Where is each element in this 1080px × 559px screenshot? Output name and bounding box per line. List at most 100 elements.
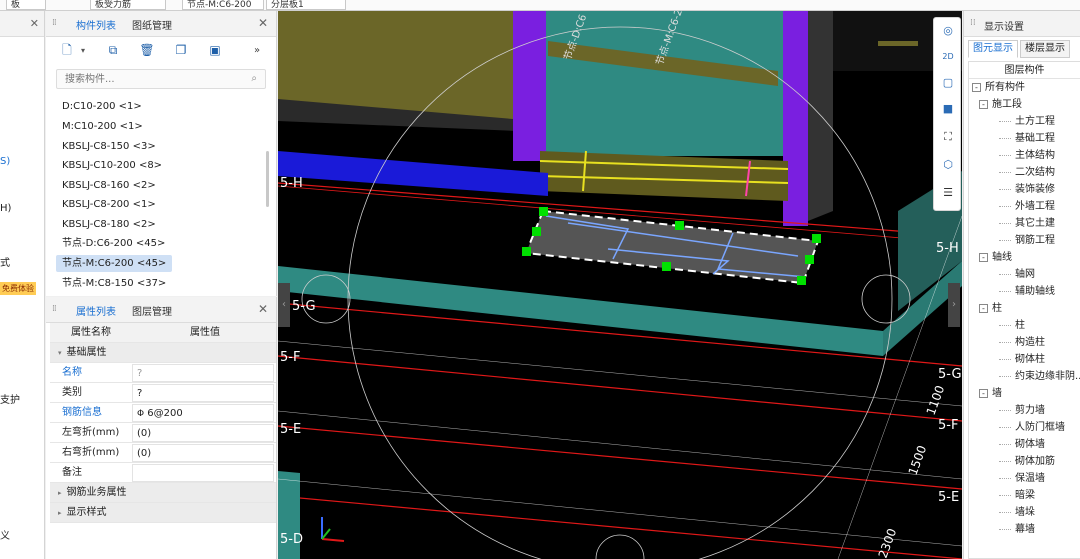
tree-node[interactable]: -柱 xyxy=(979,300,1002,317)
nav-item[interactable]: 支护 xyxy=(0,391,20,406)
orbit-icon[interactable]: ◎ xyxy=(938,22,958,40)
expand-icon[interactable]: ▸ xyxy=(58,509,62,517)
nav-item[interactable]: 式 xyxy=(0,254,10,269)
grip-handle[interactable] xyxy=(805,255,814,264)
grip-handle[interactable] xyxy=(797,276,806,285)
tree-node[interactable]: 剪力墙 xyxy=(999,402,1045,419)
tree-node[interactable]: 外墙工程 xyxy=(999,198,1055,215)
tree-node[interactable]: 其它土建 xyxy=(999,215,1055,232)
close-icon[interactable]: ✕ xyxy=(258,302,268,316)
close-icon[interactable]: ✕ xyxy=(30,17,39,30)
grip-handle[interactable] xyxy=(522,247,531,256)
list-item[interactable]: KBSLJ-C8-160 <2> xyxy=(56,177,162,194)
grip-handle[interactable] xyxy=(812,234,821,243)
tab-layer-management[interactable]: 图层管理 xyxy=(132,303,172,318)
list-item[interactable]: KBSLJ-C8-150 <3> xyxy=(56,138,162,155)
tree-node[interactable]: 砌体柱 xyxy=(999,351,1045,368)
tree-node[interactable]: 砌体墙 xyxy=(999,436,1045,453)
tab-property-list[interactable]: 属性列表 xyxy=(76,303,116,318)
tree-node[interactable]: 柱 xyxy=(999,317,1025,334)
3d-solid-icon[interactable]: ■ xyxy=(938,100,958,118)
tree-node[interactable]: 主体结构 xyxy=(999,147,1055,164)
fit-icon[interactable]: ⛶ xyxy=(938,128,958,146)
tab-component-list[interactable]: 构件列表 xyxy=(76,17,116,32)
close-icon[interactable]: ✕ xyxy=(258,16,268,30)
more-icon[interactable]: » xyxy=(248,42,266,59)
drag-grip-icon[interactable]: ⁞⁞ xyxy=(52,18,57,28)
collapse-left-arrow-icon[interactable]: ‹ xyxy=(278,283,290,327)
property-value[interactable] xyxy=(132,464,274,482)
nav-item[interactable]: S) xyxy=(0,156,10,167)
property-value[interactable]: Φ 6@200 xyxy=(132,404,274,422)
tree-node[interactable]: - 所有构件 xyxy=(972,79,1025,96)
drag-grip-icon[interactable]: ⁞⁞ xyxy=(52,304,57,314)
tab-floor-display[interactable]: 楼层显示 xyxy=(1020,40,1070,58)
component-name-dropdown[interactable]: 节点-M:C6-200 xyxy=(182,0,264,10)
tree-node[interactable]: 暗梁 xyxy=(999,487,1035,504)
collapse-icon[interactable]: ▾ xyxy=(58,349,62,357)
expand-icon[interactable]: ▸ xyxy=(58,489,62,497)
copy-icon[interactable]: ⧉ xyxy=(104,42,122,59)
collapse-right-arrow-icon[interactable]: › xyxy=(948,283,960,327)
layer-display-icon[interactable]: ☰ xyxy=(938,184,958,202)
list-item[interactable]: M:C10-200 <1> xyxy=(56,118,149,135)
drag-grip-icon[interactable]: ⁞⁞ xyxy=(970,18,976,28)
tree-node[interactable]: 幕墙 xyxy=(999,521,1035,538)
grip-handle[interactable] xyxy=(675,221,684,230)
3d-box-icon[interactable]: ▢ xyxy=(938,74,958,92)
tree-node[interactable]: -墙 xyxy=(979,385,1002,402)
tree-node[interactable]: 构造柱 xyxy=(999,334,1045,351)
property-value[interactable]: ? xyxy=(132,364,274,382)
tree-node[interactable]: 人防门框墙 xyxy=(999,419,1065,436)
nav-item[interactable]: H) xyxy=(0,203,11,214)
property-value[interactable]: (0) xyxy=(132,424,274,442)
scrollbar[interactable] xyxy=(266,151,269,207)
model-canvas[interactable]: 5-H 5-G 5-F 5-E 5-D 5-H 5-G 5-F 5-E 1100… xyxy=(278,11,962,559)
nav-item[interactable]: 义 xyxy=(0,527,10,542)
chevron-down-icon[interactable]: ▾ xyxy=(78,42,88,59)
new-component-icon[interactable]: 🗋 xyxy=(58,42,76,59)
tab-element-display[interactable]: 图元显示 xyxy=(968,40,1018,58)
3d-viewport[interactable]: 5-H 5-G 5-F 5-E 5-D 5-H 5-G 5-F 5-E 1100… xyxy=(278,11,962,559)
list-item[interactable]: KBSLJ-C8-200 <1> xyxy=(56,196,162,213)
collapse-icon[interactable]: - xyxy=(972,83,981,92)
collapse-icon[interactable]: - xyxy=(979,304,988,313)
grip-handle[interactable] xyxy=(539,207,548,216)
tree-node[interactable]: 墙垛 xyxy=(999,504,1035,521)
2d-icon[interactable]: 2D xyxy=(938,48,958,66)
tree-node[interactable]: 二次结构 xyxy=(999,164,1055,181)
list-item-selected[interactable]: 节点-M:C6-200 <45> xyxy=(56,255,173,272)
tree-node[interactable]: 基础工程 xyxy=(999,130,1055,147)
view-cube-icon[interactable]: ⬡ xyxy=(938,156,958,174)
tree-node[interactable]: 钢筋工程 xyxy=(999,232,1055,249)
search-input[interactable] xyxy=(57,70,237,88)
collapse-icon[interactable]: - xyxy=(979,253,988,262)
group-basic-properties[interactable]: ▾ 基础属性 xyxy=(50,343,276,363)
tab-drawing-management[interactable]: 图纸管理 xyxy=(132,17,172,32)
property-value[interactable]: (0) xyxy=(132,444,274,462)
property-value[interactable]: ? xyxy=(132,384,274,402)
delete-icon[interactable]: 🗑 xyxy=(138,42,156,59)
group-display-style[interactable]: ▸ 显示样式 xyxy=(50,503,276,523)
tree-node[interactable]: - 轴线 xyxy=(979,249,1012,266)
layer-dropdown[interactable]: 分层板1 xyxy=(266,0,346,10)
list-item[interactable]: 节点-M:C8-150 <37> xyxy=(56,275,172,292)
list-item[interactable]: D:C10-200 <1> xyxy=(56,98,148,115)
tree-node[interactable]: 辅助轴线 xyxy=(999,283,1055,300)
tree-node[interactable]: 土方工程 xyxy=(999,113,1055,130)
list-item[interactable]: KBSLJ-C8-180 <2> xyxy=(56,216,162,233)
tree-node[interactable]: 轴网 xyxy=(999,266,1035,283)
group-rebar-business[interactable]: ▸ 钢筋业务属性 xyxy=(50,483,276,503)
tree-node[interactable]: 装饰装修 xyxy=(999,181,1055,198)
list-item[interactable]: 节点-D:C6-200 <45> xyxy=(56,235,171,252)
tree-node[interactable]: 约束边缘非阴... xyxy=(999,368,1080,385)
grip-handle[interactable] xyxy=(662,262,671,271)
tree-node[interactable]: - 施工段 xyxy=(979,96,1022,113)
search-icon[interactable]: ⌕ xyxy=(251,73,257,84)
floor-type-dropdown[interactable]: 板 xyxy=(6,0,46,10)
free-trial-badge[interactable]: 免费体验 xyxy=(0,282,36,295)
duplicate-icon[interactable]: ❐ xyxy=(172,42,190,59)
list-item[interactable]: KBSLJ-C10-200 <8> xyxy=(56,157,168,174)
tree-node[interactable]: 保温墙 xyxy=(999,470,1045,487)
collapse-icon[interactable]: - xyxy=(979,100,988,109)
